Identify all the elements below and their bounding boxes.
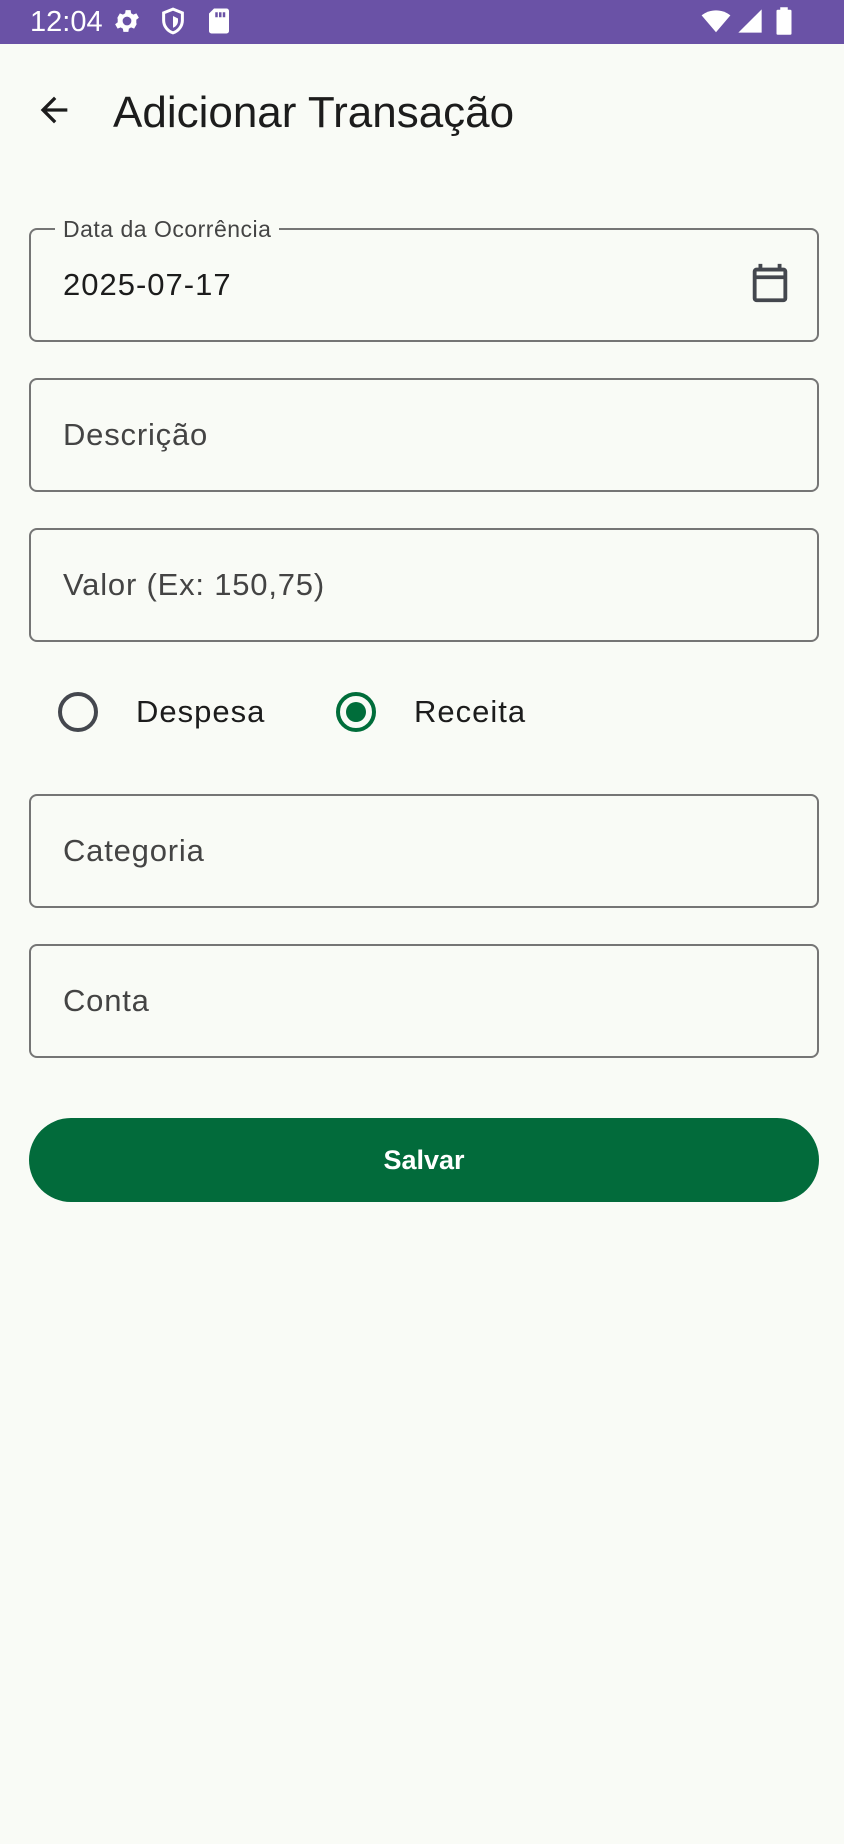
account-field[interactable]: Conta [29,944,819,1058]
date-field-value: 2025-07-17 [63,267,232,302]
date-field-label: Data da Ocorrência [55,216,280,242]
app-bar: Adicionar Transação [0,44,844,180]
page-title: Adicionar Transação [113,88,515,137]
arrow-back-icon [34,90,74,135]
battery-icon [774,6,794,41]
radio-button-selected[interactable] [336,692,376,732]
shield-icon [158,6,188,41]
account-field-placeholder: Conta [63,983,150,1018]
description-field-placeholder: Descrição [63,417,209,452]
description-field[interactable]: Descrição [29,378,819,492]
date-field[interactable]: Data da Ocorrência 2025-07-17 [29,216,819,342]
calendar-icon [747,260,793,311]
radio-option-receita[interactable]: Receita [336,680,526,744]
gear-icon [112,6,142,41]
amount-field[interactable]: Valor (Ex: 150,75) [29,528,819,642]
amount-field-placeholder: Valor (Ex: 150,75) [63,567,325,602]
radio-button-unselected[interactable] [58,692,98,732]
calendar-button[interactable] [745,260,795,310]
sd-card-icon [206,6,232,41]
radio-label-receita: Receita [414,694,527,729]
transaction-type-radio-group: Despesa Receita [0,680,844,744]
category-field-placeholder: Categoria [63,833,205,868]
radio-selected-dot [346,702,366,722]
cellular-signal-icon [736,6,764,41]
status-bar: 12:04 [0,0,844,44]
radio-label-despesa: Despesa [136,694,266,729]
radio-option-despesa[interactable]: Despesa [58,680,265,744]
wifi-icon [700,6,732,41]
back-button[interactable] [26,84,82,140]
save-button[interactable]: Salvar [29,1118,819,1202]
status-time: 12:04 [30,6,103,38]
category-field[interactable]: Categoria [29,794,819,908]
